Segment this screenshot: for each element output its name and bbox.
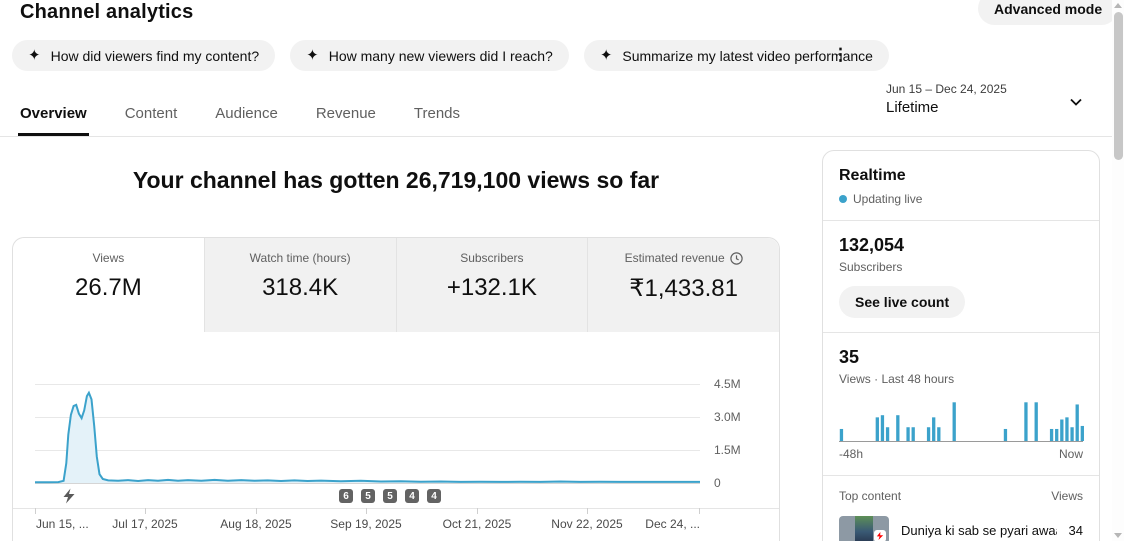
x-tick-label: Sep 19, 2025	[330, 517, 401, 531]
upload-count-badge[interactable]: 4	[427, 489, 441, 503]
updating-live-text: Updating live	[853, 192, 922, 206]
top-content-header: Top content	[839, 489, 901, 503]
x-tick-label: Jul 17, 2025	[112, 517, 177, 531]
realtime-views-label: Views · Last 48 hours	[839, 372, 1083, 386]
upload-count-badge[interactable]: 4	[405, 489, 419, 503]
scroll-down-arrow-icon[interactable]	[1114, 533, 1122, 538]
views-headline: Your channel has gotten 26,719,100 views…	[12, 167, 780, 194]
upload-count-badge[interactable]: 5	[361, 489, 375, 503]
y-tick-label: 4.5M	[714, 377, 741, 391]
metric-label: Views	[92, 251, 124, 265]
x-axis-tick	[256, 508, 257, 514]
metric-value: 26.7M	[75, 274, 142, 302]
metric-card-views[interactable]: Views 26.7M	[13, 238, 204, 332]
metric-value: +132.1K	[447, 274, 537, 302]
x-tick-label: Dec 24, ...	[645, 517, 700, 531]
upload-count-badge[interactable]: 5	[383, 489, 397, 503]
x-tick-label: Oct 21, 2025	[443, 517, 512, 531]
chip-label: How many new viewers did I reach?	[329, 48, 553, 64]
metric-value: ₹1,433.81	[629, 274, 738, 303]
x-axis-line	[13, 508, 779, 509]
tab-audience[interactable]: Audience	[213, 90, 280, 136]
vertical-scrollbar[interactable]	[1112, 0, 1124, 541]
sparkle-icon: ✦	[306, 48, 319, 63]
metric-cards-row: Views 26.7M Watch time (hours) 318.4K Su…	[13, 238, 779, 332]
sparkle-icon: ✦	[28, 48, 41, 63]
x-axis-tick	[477, 508, 478, 514]
date-preset-text: Lifetime	[886, 99, 1096, 116]
more-options-kebab-icon[interactable]: ⋮	[826, 43, 855, 67]
x-tick-label: Jun 15, ...	[36, 517, 89, 531]
metric-label: Watch time (hours)	[250, 251, 351, 265]
date-range-text: Jun 15 – Dec 24, 2025	[886, 82, 1096, 96]
x-axis-tick	[699, 508, 700, 514]
views-area-chart[interactable]	[35, 372, 700, 485]
scroll-up-arrow-icon[interactable]	[1114, 3, 1122, 8]
clock-icon	[730, 252, 743, 265]
x-axis-tick	[587, 508, 588, 514]
tab-content[interactable]: Content	[123, 90, 180, 136]
video-title[interactable]: Duniya ki sab se pyari awaa...	[901, 523, 1057, 538]
axis-end-label: Now	[1059, 447, 1083, 461]
x-tick-label: Nov 22, 2025	[551, 517, 622, 531]
metric-value: 318.4K	[262, 274, 338, 302]
realtime-card: Realtime Updating live 132,054 Subscribe…	[822, 150, 1100, 541]
upload-count-badge[interactable]: 6	[339, 489, 353, 503]
date-range-selector[interactable]: Jun 15 – Dec 24, 2025 Lifetime	[886, 82, 1096, 116]
realtime-subscribers-label: Subscribers	[839, 260, 1083, 274]
y-tick-label: 1.5M	[714, 443, 741, 457]
y-tick-label: 3.0M	[714, 410, 741, 424]
realtime-subscriber-count: 132,054	[839, 235, 1083, 256]
tab-trends[interactable]: Trends	[412, 90, 462, 136]
top-content-row[interactable]: Duniya ki sab se pyari awaa... 34	[839, 516, 1083, 541]
axis-start-label: -48h	[839, 447, 863, 461]
metric-label: Subscribers	[460, 251, 523, 265]
chip-new-viewers-reach[interactable]: ✦ How many new viewers did I reach?	[290, 40, 569, 71]
x-axis-tick	[35, 508, 36, 514]
tab-revenue[interactable]: Revenue	[314, 90, 378, 136]
see-live-count-button[interactable]: See live count	[839, 286, 965, 318]
live-dot-icon	[839, 195, 847, 203]
divider	[823, 332, 1099, 333]
scrollbar-thumb[interactable]	[1114, 12, 1123, 160]
realtime-views-value: 35	[839, 347, 1083, 368]
x-tick-label: Aug 18, 2025	[220, 517, 291, 531]
chip-how-did-viewers-find[interactable]: ✦ How did viewers find my content?	[12, 40, 275, 71]
video-thumbnail[interactable]	[839, 516, 889, 541]
views-column-header: Views	[1051, 489, 1083, 503]
realtime-baseline	[839, 441, 1083, 442]
divider	[823, 475, 1099, 476]
video-views: 34	[1069, 523, 1083, 538]
page-title: Channel analytics	[20, 1, 193, 24]
sparkle-icon: ✦	[600, 48, 613, 63]
y-tick-label: 0	[714, 476, 721, 490]
channel-analytics-page: Channel analytics Advanced mode ✦ How di…	[0, 0, 1124, 541]
ai-suggestion-chips: ✦ How did viewers find my content? ✦ How…	[12, 40, 889, 71]
metric-card-estimated-revenue[interactable]: Estimated revenue ₹1,433.81	[587, 238, 779, 332]
advanced-mode-button[interactable]: Advanced mode	[978, 0, 1118, 25]
chip-label: How did viewers find my content?	[51, 48, 260, 64]
metric-card-watch-time[interactable]: Watch time (hours) 318.4K	[204, 238, 396, 332]
realtime-title: Realtime	[839, 167, 1083, 185]
divider	[823, 220, 1099, 221]
x-axis-tick	[366, 508, 367, 514]
realtime-bar-chart[interactable]	[839, 396, 1085, 442]
metric-label: Estimated revenue	[625, 251, 725, 265]
x-axis-tick	[145, 508, 146, 514]
chevron-down-icon[interactable]	[1066, 92, 1086, 112]
shorts-upload-marker-icon[interactable]	[61, 488, 77, 504]
tab-overview[interactable]: Overview	[18, 90, 89, 136]
metric-card-subscribers[interactable]: Subscribers +132.1K	[396, 238, 588, 332]
